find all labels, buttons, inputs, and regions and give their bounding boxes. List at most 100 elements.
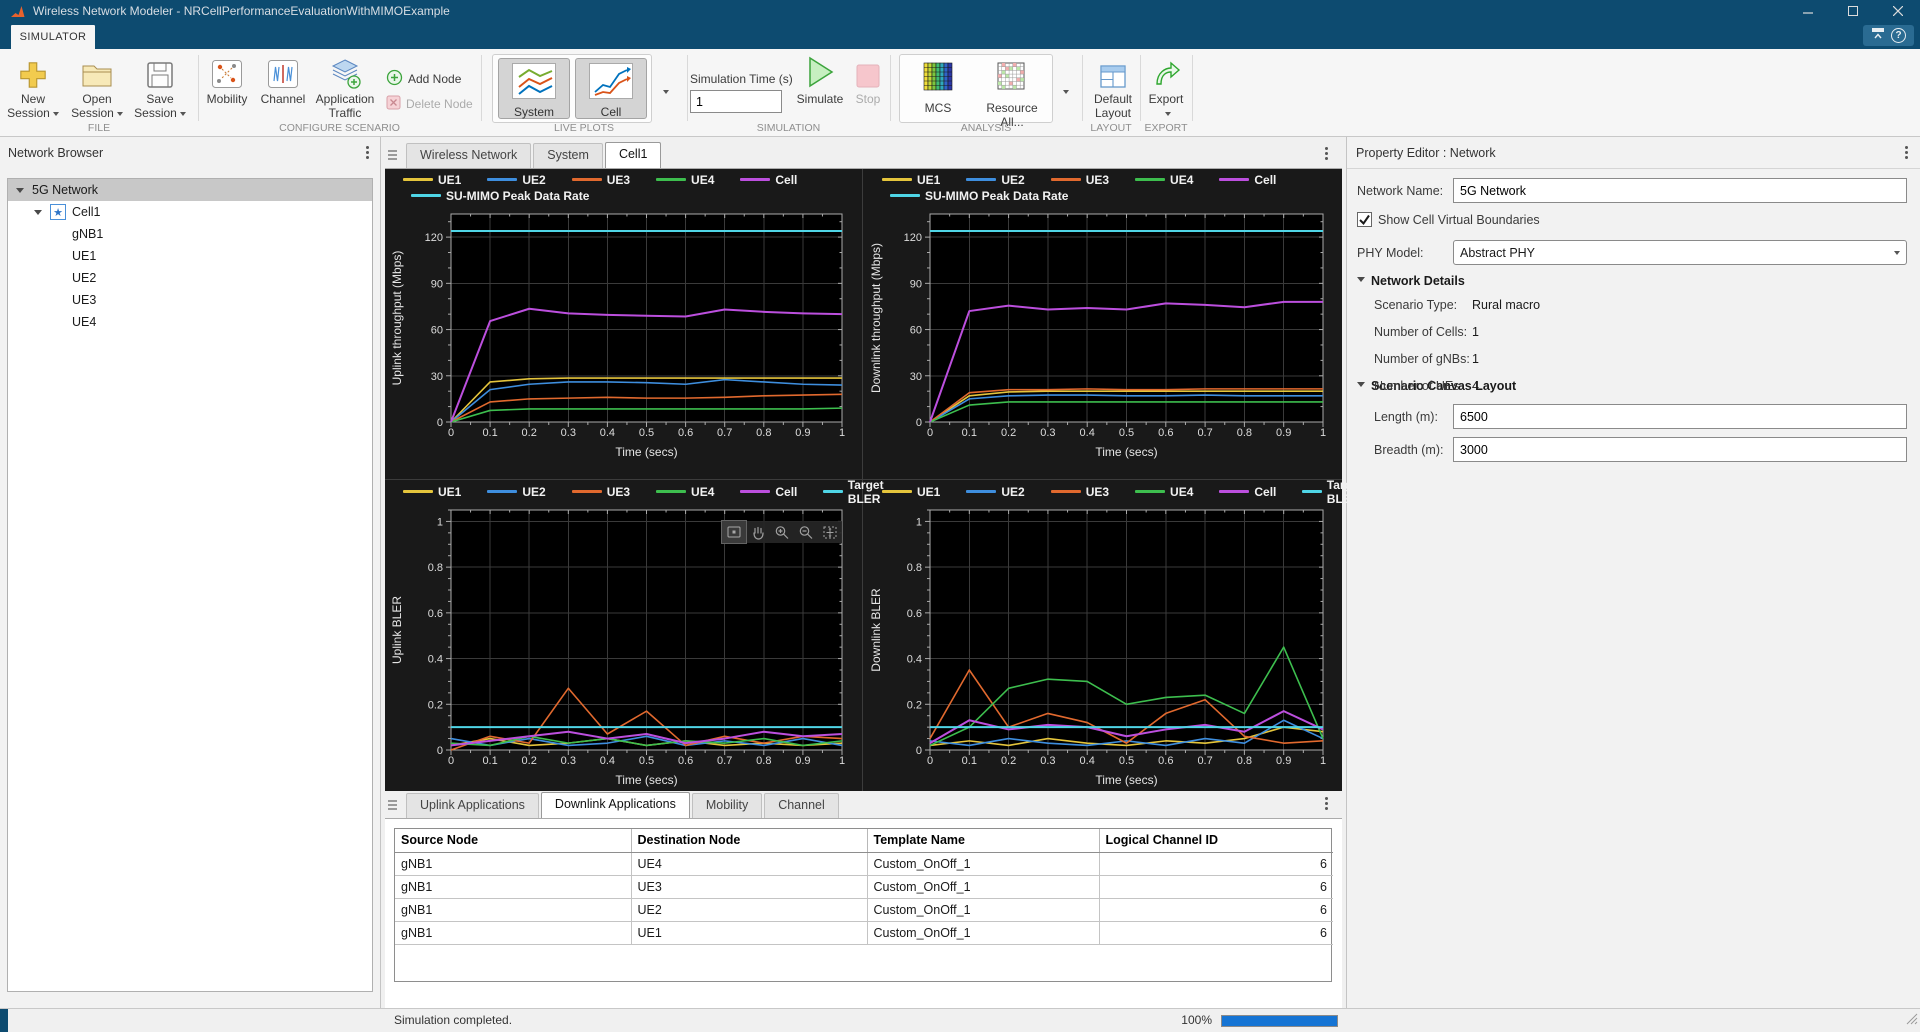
legend-label: UE2 [522, 173, 545, 187]
breadth-input[interactable] [1453, 437, 1907, 462]
tab-system[interactable]: System [533, 143, 603, 168]
tab-downlink-applications[interactable]: Downlink Applications [541, 792, 690, 818]
cell-plot-toggle[interactable]: Cell [575, 58, 647, 119]
network-name-input[interactable] [1453, 178, 1907, 203]
open-session-icon [68, 53, 126, 89]
add-node-button[interactable]: Add Node [386, 69, 461, 89]
column-header-source-node[interactable]: Source Node [395, 829, 631, 852]
tab-uplink-applications[interactable]: Uplink Applications [406, 793, 539, 818]
open-session-button[interactable]: Open Session [68, 53, 126, 125]
save-session-button[interactable]: Save Session [131, 53, 189, 125]
legend-swatch [1051, 490, 1081, 493]
phy-model-dropdown[interactable]: Abstract PHY [1453, 240, 1907, 265]
column-header-destination-node[interactable]: Destination Node [631, 829, 867, 852]
table-row[interactable]: gNB1UE3Custom_OnOff_16 [395, 875, 1333, 898]
simulation-time-input[interactable] [690, 90, 782, 113]
export-button[interactable]: Export [1141, 53, 1191, 125]
tab-simulator[interactable]: SIMULATOR [10, 24, 96, 49]
minimize-button[interactable] [1785, 0, 1830, 22]
maximize-button[interactable] [1830, 0, 1875, 22]
show-boundaries-checkbox[interactable] [1357, 212, 1372, 227]
legend-swatch [487, 178, 517, 181]
legend-swatch [411, 194, 441, 197]
tabbar-grip-icon[interactable] [385, 147, 400, 163]
svg-text:0.4: 0.4 [1080, 427, 1095, 439]
pan-icon[interactable] [746, 521, 770, 543]
svg-text:0.8: 0.8 [1237, 755, 1252, 767]
legend-label: UE1 [438, 485, 461, 499]
stop-label: Stop [856, 92, 881, 106]
chart-legend: UE1UE2UE3UE4CellTarget BLER [882, 484, 1399, 500]
table-row[interactable]: gNB1UE4Custom_OnOff_16 [395, 852, 1333, 875]
tabbar-grip-icon[interactable] [385, 797, 400, 813]
svg-text:0.9: 0.9 [795, 755, 810, 767]
tree-item-cell1[interactable]: ★Cell1 [8, 201, 372, 223]
tree-item-ue3[interactable]: UE3 [8, 289, 372, 311]
tree-item-ue1[interactable]: UE1 [8, 245, 372, 267]
legend-swatch [1051, 178, 1081, 181]
svg-text:1: 1 [916, 516, 922, 528]
default-layout-button[interactable]: Default Layout [1086, 53, 1140, 125]
network-details-section[interactable]: Network Details [1357, 274, 1465, 288]
resize-grip-icon[interactable] [1905, 1012, 1918, 1030]
legend-item-target-bler: Target BLER [1302, 478, 1373, 506]
open-session-label: Open Session [71, 92, 114, 120]
tree-item-ue4[interactable]: UE4 [8, 311, 372, 333]
tab-mobility[interactable]: Mobility [692, 793, 762, 818]
svg-text:90: 90 [431, 278, 443, 290]
channel-button[interactable]: Channel [256, 53, 310, 125]
legend-swatch [740, 178, 770, 181]
legend-item-ue2: UE2 [487, 173, 545, 187]
new-session-button[interactable]: New Session [4, 53, 62, 125]
live-plots-gallery-caret[interactable] [658, 83, 674, 103]
close-button[interactable] [1875, 0, 1920, 22]
fit-view-icon[interactable] [818, 521, 842, 543]
legend-swatch [656, 490, 686, 493]
table-row[interactable]: gNB1UE1Custom_OnOff_16 [395, 921, 1333, 944]
tab-channel[interactable]: Channel [764, 793, 839, 818]
svg-text:0.6: 0.6 [907, 608, 922, 620]
network-browser-menu-icon[interactable] [362, 142, 373, 163]
column-header-template-name[interactable]: Template Name [867, 829, 1099, 852]
tab-wireless-network[interactable]: Wireless Network [406, 143, 531, 168]
svg-text:120: 120 [904, 232, 922, 244]
tree-item-5g-network[interactable]: 5G Network [8, 179, 372, 201]
mcs-button[interactable]: MCS [906, 58, 970, 119]
table-cell: 6 [1099, 921, 1333, 944]
application-traffic-button[interactable]: Application Traffic [312, 53, 378, 125]
tree-item-ue2[interactable]: UE2 [8, 267, 372, 289]
mobility-button[interactable]: Mobility [200, 53, 254, 125]
plots-tabbar-menu-icon[interactable] [1321, 143, 1332, 164]
simulate-button[interactable]: Simulate [796, 53, 844, 125]
system-plot-toggle[interactable]: System [498, 58, 570, 119]
tree-item-gnb1[interactable]: gNB1 [8, 223, 372, 245]
svg-text:0.6: 0.6 [678, 427, 693, 439]
svg-text:0.5: 0.5 [1119, 427, 1134, 439]
delete-node-icon [386, 95, 401, 113]
restore-view-icon[interactable] [722, 521, 746, 543]
dropdown-caret-icon [180, 112, 186, 119]
group-label-export: EXPORT [1140, 122, 1192, 134]
applications-tabbar-menu-icon[interactable] [1321, 793, 1332, 814]
legend-label: UE3 [1086, 173, 1109, 187]
length-input[interactable] [1453, 404, 1907, 429]
analysis-gallery-caret[interactable] [1058, 83, 1074, 103]
help-icon[interactable]: ? [1891, 28, 1906, 43]
table-cell: Custom_OnOff_1 [867, 852, 1099, 875]
svg-text:0.5: 0.5 [639, 755, 654, 767]
zoom-in-icon[interactable] [770, 521, 794, 543]
detail-value: 1 [1472, 352, 1479, 366]
tree-expand-icon[interactable] [16, 188, 24, 197]
minimize-toolstrip-icon[interactable] [1871, 27, 1885, 45]
tree-expand-icon[interactable] [34, 210, 42, 219]
resource-allocation-button[interactable]: Resource All... [974, 58, 1050, 119]
property-editor-menu-icon[interactable] [1901, 142, 1912, 163]
legend-swatch [740, 490, 770, 493]
tab-cell1[interactable]: Cell1 [605, 142, 662, 168]
chart-tr-plot: 00.10.20.30.40.50.60.70.80.910306090120D… [864, 203, 1342, 477]
column-header-logical-channel-id[interactable]: Logical Channel ID [1099, 829, 1333, 852]
zoom-out-icon[interactable] [794, 521, 818, 543]
table-cell: gNB1 [395, 852, 631, 875]
table-row[interactable]: gNB1UE2Custom_OnOff_16 [395, 898, 1333, 921]
svg-text:0: 0 [437, 417, 443, 429]
